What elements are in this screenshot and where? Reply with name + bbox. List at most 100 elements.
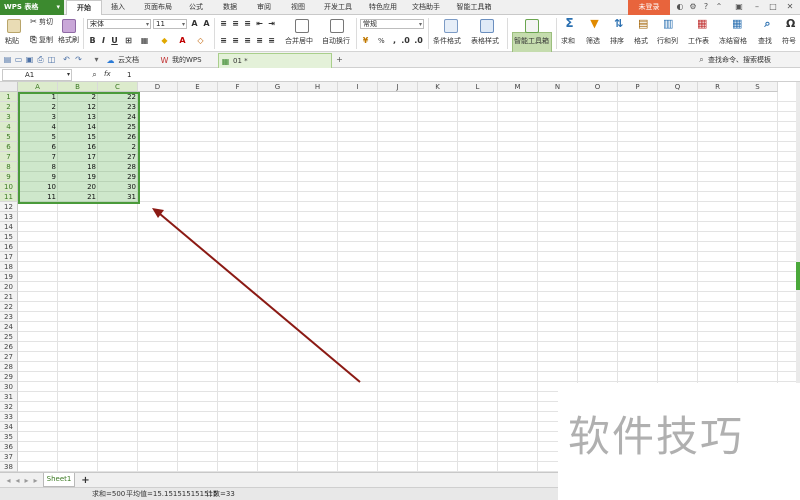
row-header-11[interactable]: 11 — [0, 192, 18, 202]
settings-icon[interactable]: ⚙ — [688, 2, 698, 12]
italic-icon[interactable]: I — [99, 36, 108, 45]
row-header-31[interactable]: 31 — [0, 392, 18, 402]
decrease-font-icon[interactable]: A — [202, 19, 211, 28]
cell-c2[interactable]: 23 — [98, 102, 138, 112]
next-sheet-icon[interactable]: ▸ — [22, 476, 31, 485]
row-header-6[interactable]: 6 — [0, 142, 18, 152]
format-button[interactable]: 格式 — [634, 36, 648, 46]
row-header-26[interactable]: 26 — [0, 342, 18, 352]
cell-b11[interactable]: 21 — [58, 192, 98, 202]
merge-center-button[interactable]: 合并居中 — [285, 36, 313, 46]
row-header-21[interactable]: 21 — [0, 292, 18, 302]
row-header-17[interactable]: 17 — [0, 252, 18, 262]
column-header-c[interactable]: C — [98, 82, 138, 92]
borders-icon[interactable]: ▦ — [140, 36, 149, 45]
cell-c1[interactable]: 22 — [98, 92, 138, 102]
row-header-27[interactable]: 27 — [0, 352, 18, 362]
thousands-icon[interactable]: , — [390, 36, 399, 45]
tab-doc-assistant[interactable]: 文档助手 — [406, 0, 446, 15]
row-header-37[interactable]: 37 — [0, 452, 18, 462]
cell-c3[interactable]: 24 — [98, 112, 138, 122]
insert-function-button[interactable]: fx — [104, 69, 111, 79]
copy-button[interactable]: 复制 — [39, 35, 53, 45]
cell-a4[interactable]: 4 — [18, 122, 58, 132]
format-icon[interactable]: ▤ — [638, 18, 648, 29]
rows-columns-icon[interactable]: ▥ — [663, 18, 673, 29]
print-preview-icon[interactable]: ◫ — [47, 55, 56, 64]
align-right-icon[interactable]: ≡ — [243, 36, 252, 45]
strikethrough-icon[interactable]: ⊞ — [124, 36, 133, 45]
column-header-i[interactable]: I — [338, 82, 378, 92]
cell-a6[interactable]: 6 — [18, 142, 58, 152]
font-color-icon[interactable]: A — [178, 36, 187, 45]
number-format-select[interactable]: 常规 ▾ — [360, 19, 424, 29]
cell-a11[interactable]: 11 — [18, 192, 58, 202]
merge-center-icon[interactable] — [295, 19, 309, 33]
last-sheet-icon[interactable]: ▸ — [31, 476, 40, 485]
minimize-icon[interactable]: – — [752, 2, 762, 12]
row-header-34[interactable]: 34 — [0, 422, 18, 432]
tab-view[interactable]: 视图 — [284, 0, 312, 15]
distributed-icon[interactable]: ≡ — [267, 36, 276, 45]
font-size-select[interactable]: 11 ▾ — [153, 19, 187, 29]
table-style-button[interactable]: 表格样式 — [471, 36, 499, 46]
undo-icon[interactable]: ↶ — [62, 55, 71, 64]
column-header-e[interactable]: E — [178, 82, 218, 92]
cell-b2[interactable]: 12 — [58, 102, 98, 112]
cell-b3[interactable]: 13 — [58, 112, 98, 122]
row-header-32[interactable]: 32 — [0, 402, 18, 412]
row-header-16[interactable]: 16 — [0, 242, 18, 252]
cell-a5[interactable]: 5 — [18, 132, 58, 142]
currency-icon[interactable]: ¥ — [361, 36, 370, 45]
align-bottom-icon[interactable]: ≡ — [243, 19, 252, 28]
font-name-select[interactable]: 宋体 ▾ — [87, 19, 151, 29]
cell-c10[interactable]: 30 — [98, 182, 138, 192]
symbol-button[interactable]: 符号 — [782, 36, 796, 46]
new-tab-icon[interactable]: + — [335, 55, 344, 64]
column-header-h[interactable]: H — [298, 82, 338, 92]
format-painter-icon[interactable] — [62, 19, 76, 33]
tab-my-wps[interactable]: W 我的WPS — [158, 53, 216, 68]
row-header-13[interactable]: 13 — [0, 212, 18, 222]
cell-a1[interactable]: 1 — [18, 92, 58, 102]
sheet-tab-sheet1[interactable]: Sheet1 — [43, 473, 75, 487]
row-header-15[interactable]: 15 — [0, 232, 18, 242]
row-header-14[interactable]: 14 — [0, 222, 18, 232]
sum-icon[interactable]: Σ — [565, 17, 574, 29]
cell-a10[interactable]: 10 — [18, 182, 58, 192]
align-middle-icon[interactable]: ≡ — [231, 19, 240, 28]
indent-decrease-icon[interactable]: ⇤ — [255, 19, 264, 28]
cell-c9[interactable]: 29 — [98, 172, 138, 182]
app-menu-button[interactable]: WPS 表格 ▾ — [0, 0, 64, 15]
tab-home[interactable]: 开始 — [66, 0, 102, 16]
tab-insert[interactable]: 插入 — [104, 0, 132, 15]
find-button[interactable]: 查找 — [758, 36, 772, 46]
column-header-k[interactable]: K — [418, 82, 458, 92]
cell-a3[interactable]: 3 — [18, 112, 58, 122]
row-header-25[interactable]: 25 — [0, 332, 18, 342]
row-header-1[interactable]: 1 — [0, 92, 18, 102]
cell-c4[interactable]: 25 — [98, 122, 138, 132]
column-header-d[interactable]: D — [138, 82, 178, 92]
cell-c5[interactable]: 26 — [98, 132, 138, 142]
column-header-s[interactable]: S — [738, 82, 778, 92]
save-icon[interactable]: ▣ — [25, 55, 34, 64]
fill-color-icon[interactable]: ◆ — [160, 36, 169, 45]
cell-c6[interactable]: 2 — [98, 142, 138, 152]
align-top-icon[interactable]: ≡ — [219, 19, 228, 28]
tab-cloud-docs[interactable]: ☁ 云文档 — [104, 53, 154, 68]
column-header-o[interactable]: O — [578, 82, 618, 92]
cell-c8[interactable]: 28 — [98, 162, 138, 172]
freeze-panes-icon[interactable]: ▦ — [732, 18, 742, 29]
row-header-4[interactable]: 4 — [0, 122, 18, 132]
row-header-12[interactable]: 12 — [0, 202, 18, 212]
decrease-decimal-icon[interactable]: .0 — [414, 36, 423, 45]
wrap-text-icon[interactable] — [330, 19, 344, 33]
rows-columns-button[interactable]: 行和列 — [657, 36, 678, 46]
cell-b6[interactable]: 16 — [58, 142, 98, 152]
redo-icon[interactable]: ↷ — [74, 55, 83, 64]
conditional-format-icon[interactable] — [444, 19, 458, 33]
column-header-r[interactable]: R — [698, 82, 738, 92]
column-header-j[interactable]: J — [378, 82, 418, 92]
align-center-icon[interactable]: ≡ — [231, 36, 240, 45]
